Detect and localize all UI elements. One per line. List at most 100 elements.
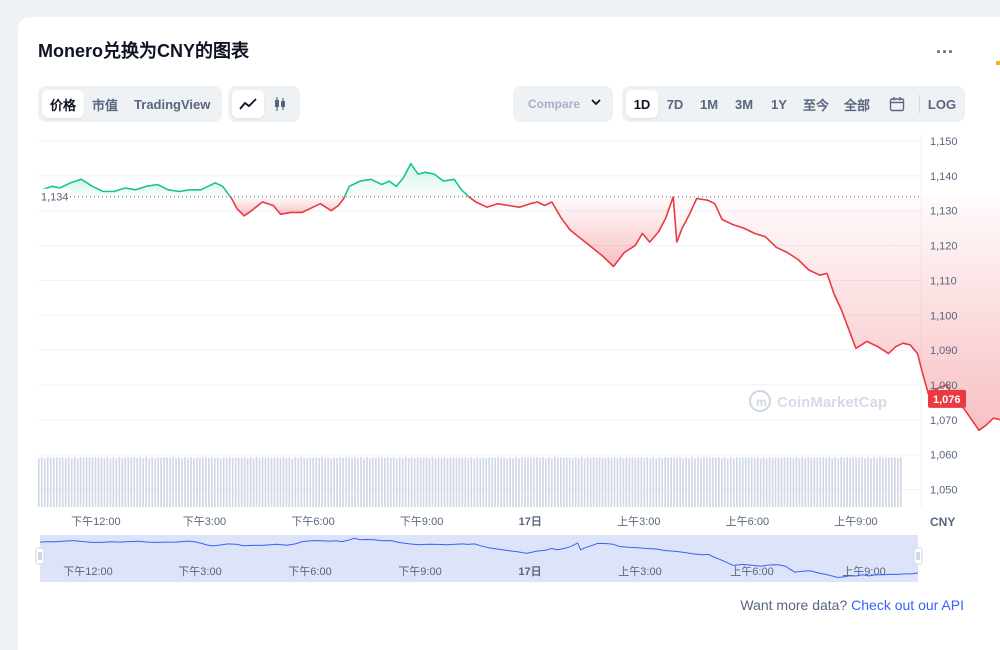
volume-bar xyxy=(670,457,672,507)
volume-bar xyxy=(536,457,538,507)
volume-bar xyxy=(756,457,759,507)
volume-bar xyxy=(774,457,777,507)
x-tick-label: 上午3:00 xyxy=(617,515,660,528)
volume-bar xyxy=(586,457,589,507)
volume-bar xyxy=(527,457,529,507)
volume-bar xyxy=(765,458,768,507)
volume-bar xyxy=(136,457,139,507)
volume-bar xyxy=(64,458,67,507)
navigator[interactable]: 下午12:00 下午3:00 下午6:00 下午9:00 17日 上午3:00 上午6:00… xyxy=(35,535,923,582)
volume-bar xyxy=(240,457,243,507)
volume-bar xyxy=(574,457,577,507)
y-tick-label: 1,100 xyxy=(930,310,958,322)
navigator-handle-left[interactable] xyxy=(35,547,45,565)
volume-bar xyxy=(288,457,291,507)
volume-bar xyxy=(279,457,282,507)
volume-bar xyxy=(548,457,550,507)
volume-bar xyxy=(741,457,744,507)
volume-bar xyxy=(715,457,717,507)
volume-bar xyxy=(604,457,607,507)
volume-bar xyxy=(455,457,458,507)
volume-bar xyxy=(628,457,631,507)
volume-bar xyxy=(709,457,711,507)
volume-bar xyxy=(369,458,371,507)
volume-bar xyxy=(422,457,425,507)
volume-bar xyxy=(443,457,446,507)
volume-bar xyxy=(771,458,774,507)
volume-bar xyxy=(237,457,240,507)
volume-bar xyxy=(655,458,658,507)
volume-bar xyxy=(732,458,735,507)
volume-bar xyxy=(285,458,288,507)
volume-bar xyxy=(473,458,476,507)
volume-bar xyxy=(434,458,437,507)
volume-bar xyxy=(518,458,520,507)
volume-bar xyxy=(100,457,103,507)
x-tick-label: 上午9:00 xyxy=(834,515,877,528)
volume-bar xyxy=(795,457,798,507)
y-tick-label: 1,110 xyxy=(930,275,957,287)
volume-bar xyxy=(327,457,329,507)
volume-bar xyxy=(315,457,318,507)
y-tick-label: 1,050 xyxy=(930,485,958,497)
volume-bar xyxy=(601,457,604,507)
volume-bar xyxy=(458,457,461,507)
volume-bar xyxy=(133,457,136,507)
volume-bar xyxy=(682,458,684,507)
volume-bar xyxy=(491,457,494,507)
y-tick-label: 1,130 xyxy=(930,206,958,218)
volume-bar xyxy=(667,457,669,507)
volume-bar xyxy=(321,457,323,507)
volume-bar xyxy=(879,457,881,507)
volume-bar xyxy=(559,457,562,507)
volume-bar xyxy=(685,457,687,507)
volume-bar xyxy=(783,457,786,507)
volume-bar xyxy=(819,457,822,507)
open-price-label: 1,134 xyxy=(41,192,69,204)
volume-bar xyxy=(542,457,544,507)
volume-bar xyxy=(861,457,863,507)
volume-bar xyxy=(70,458,73,507)
volume-bar xyxy=(106,457,109,507)
volume-bar xyxy=(485,457,488,507)
volume-bar xyxy=(461,457,464,507)
volume-bar xyxy=(580,457,583,507)
volume-bar xyxy=(697,457,699,507)
volume-bar xyxy=(568,457,571,507)
volume-bar xyxy=(500,458,502,507)
volume-bar xyxy=(330,458,332,507)
volume-bar xyxy=(846,457,848,507)
volume-bar xyxy=(404,457,407,507)
volume-bar xyxy=(834,457,837,507)
current-price-label: 1,076 xyxy=(933,394,961,406)
volume-bar xyxy=(837,458,840,507)
price-chart[interactable]: m CoinMarketCap 1,0501,0601,0701,0801,09… xyxy=(18,17,1000,592)
volume-bar xyxy=(634,457,637,507)
volume-bar xyxy=(61,457,64,507)
volume-bar xyxy=(843,458,845,507)
area-fills xyxy=(41,163,1000,431)
volume-bar xyxy=(109,458,112,507)
volume-bar xyxy=(759,458,762,507)
api-link[interactable]: Check out our API xyxy=(851,597,964,613)
volume-bar xyxy=(598,457,601,507)
volume-bar xyxy=(160,457,162,507)
volume-bar xyxy=(309,457,312,507)
navigator-handle-right[interactable] xyxy=(913,547,923,565)
volume-bar xyxy=(724,457,726,507)
volume-bar xyxy=(127,457,130,507)
volume-bar xyxy=(539,458,541,507)
volume-bar xyxy=(211,457,213,507)
volume-bar xyxy=(867,457,869,507)
volume-bar xyxy=(145,457,148,507)
volume-bar xyxy=(178,457,180,507)
volume-bar xyxy=(718,457,720,507)
volume-bar xyxy=(897,457,899,507)
volume-bar xyxy=(497,457,499,507)
volume-bar xyxy=(205,457,207,507)
volume-bar xyxy=(679,457,681,507)
volume-bar xyxy=(882,457,884,507)
volume-bar xyxy=(118,457,121,507)
volume-bar xyxy=(476,457,479,507)
volume-bar xyxy=(38,458,40,507)
